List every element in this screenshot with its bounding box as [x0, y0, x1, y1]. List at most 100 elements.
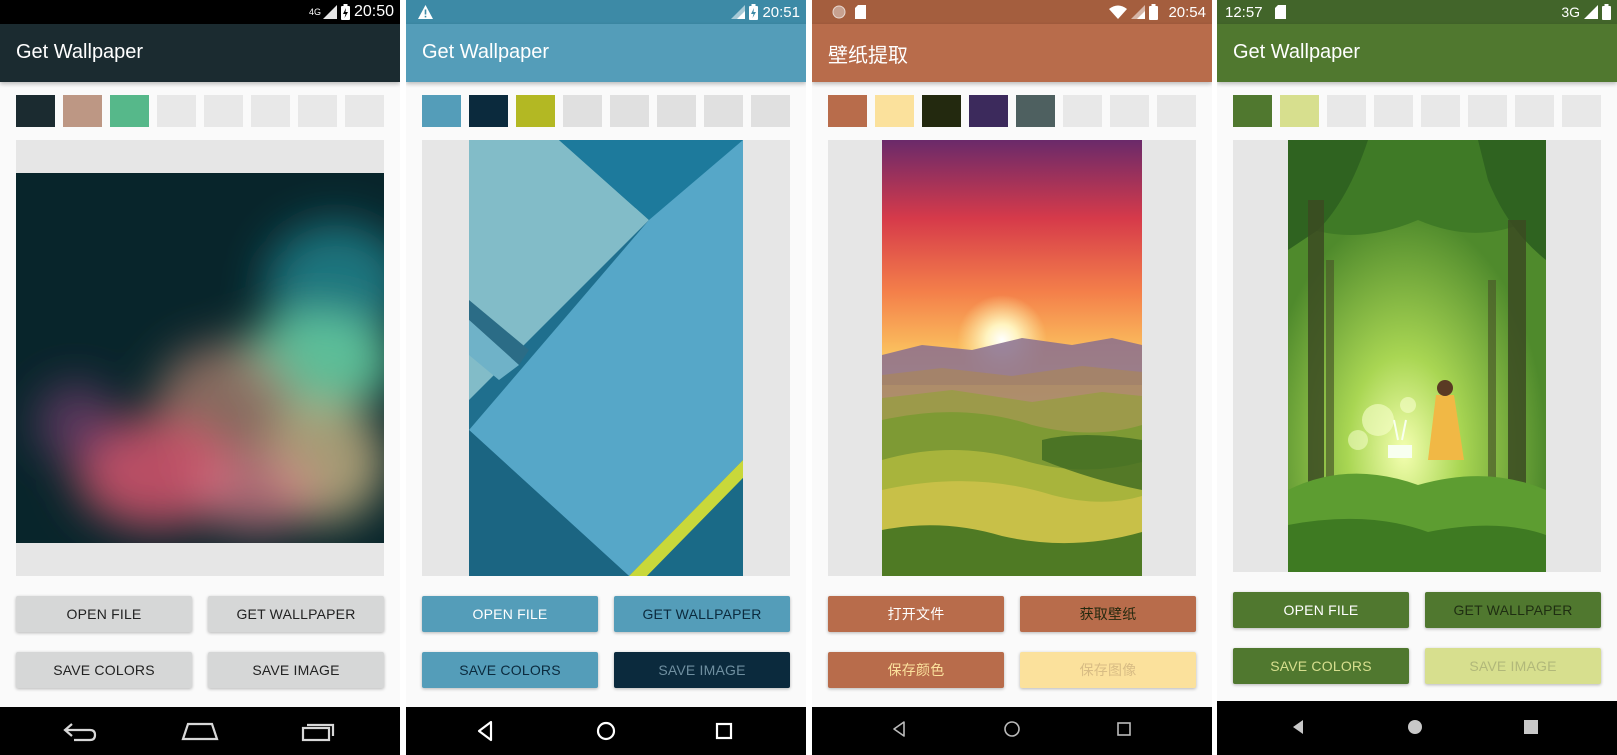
get-wallpaper-button[interactable]: GET WALLPAPER — [208, 596, 384, 632]
palette-swatch — [422, 95, 461, 127]
recent-apps-icon[interactable] — [1114, 719, 1134, 739]
open-file-button[interactable]: OPEN FILE — [1233, 592, 1409, 628]
back-icon[interactable] — [62, 719, 98, 743]
app-bar: Get Wallpaper — [406, 24, 806, 82]
get-wallpaper-button[interactable]: GET WALLPAPER — [614, 596, 790, 632]
battery-charging-icon — [749, 4, 759, 20]
home-icon[interactable] — [1002, 719, 1022, 739]
status-icons: 20:54 — [1109, 3, 1206, 21]
palette-swatch — [469, 95, 508, 127]
save-image-button[interactable]: SAVE IMAGE — [614, 652, 790, 688]
home-icon[interactable] — [1405, 717, 1425, 737]
palette-swatch-empty — [563, 95, 602, 127]
palette-swatch-empty — [1157, 95, 1196, 127]
get-wallpaper-button[interactable]: GET WALLPAPER — [1425, 592, 1601, 628]
palette-swatch — [1016, 95, 1055, 127]
status-bar: 20:54 — [812, 0, 1212, 24]
wallpaper-preview — [422, 140, 790, 576]
app-title: Get Wallpaper — [422, 41, 550, 63]
palette-swatch-empty — [204, 95, 243, 127]
app-bar: Get Wallpaper — [0, 24, 400, 82]
battery-icon — [1149, 4, 1159, 20]
palette-swatch — [969, 95, 1008, 127]
palette-swatch-empty — [1468, 95, 1507, 127]
status-icons: 20:51 — [731, 3, 800, 21]
wifi-icon — [1109, 5, 1128, 19]
palette-swatch-empty — [657, 95, 696, 127]
phone-screen-2: 20:51 Get Wallpaper OPEN FILE GET WALLPA… — [406, 0, 806, 755]
get-wallpaper-button[interactable]: 获取壁纸 — [1020, 596, 1196, 632]
palette-swatch-empty — [1063, 95, 1102, 127]
palette-swatch-empty — [1562, 95, 1601, 127]
wallpaper-preview — [16, 140, 384, 576]
recent-apps-icon[interactable] — [712, 719, 736, 743]
color-palette — [16, 95, 384, 127]
sd-card-icon — [855, 5, 866, 19]
palette-swatch — [922, 95, 961, 127]
navigation-bar — [1217, 701, 1617, 755]
navigation-bar — [0, 707, 400, 755]
palette-swatch-empty — [298, 95, 337, 127]
sd-card-icon — [1275, 5, 1286, 19]
color-palette — [828, 95, 1196, 127]
save-colors-button[interactable]: SAVE COLORS — [1233, 648, 1409, 684]
status-time: 20:51 — [762, 3, 800, 21]
palette-swatch-empty — [1110, 95, 1149, 127]
cell-signal-icon — [731, 5, 746, 19]
palette-swatch — [1233, 95, 1272, 127]
open-file-button[interactable]: OPEN FILE — [16, 596, 192, 632]
battery-charging-icon — [340, 4, 350, 20]
palette-swatch-empty — [345, 95, 384, 127]
palette-swatch-empty — [751, 95, 790, 127]
recent-apps-icon[interactable] — [1521, 717, 1541, 737]
wallpaper-preview — [1233, 140, 1601, 572]
open-file-button[interactable]: OPEN FILE — [422, 596, 598, 632]
save-colors-button[interactable]: SAVE COLORS — [422, 652, 598, 688]
cell-signal-icon — [1584, 5, 1598, 19]
recent-apps-icon[interactable] — [300, 719, 336, 743]
palette-swatch — [63, 95, 102, 127]
status-icons: 4G 20:50 — [309, 3, 394, 21]
save-image-button[interactable]: SAVE IMAGE — [1425, 648, 1601, 684]
save-image-button[interactable]: 保存图像 — [1020, 652, 1196, 688]
back-icon[interactable] — [890, 719, 910, 739]
color-palette — [1233, 95, 1601, 127]
network-type-label: 4G — [308, 7, 321, 17]
phone-screen-4: 12:57 3G Get Wallpaper OPEN FILE GET WAL… — [1217, 0, 1617, 755]
status-bar: 12:57 3G — [1217, 0, 1617, 24]
app-title: 壁纸提取 — [828, 45, 908, 67]
palette-swatch — [516, 95, 555, 127]
save-image-button[interactable]: SAVE IMAGE — [208, 652, 384, 688]
wallpaper-preview — [828, 140, 1196, 576]
palette-swatch-empty — [157, 95, 196, 127]
palette-swatch-empty — [704, 95, 743, 127]
open-file-button[interactable]: 打开文件 — [828, 596, 1004, 632]
palette-swatch — [16, 95, 55, 127]
notification-circle-icon — [832, 5, 846, 19]
palette-swatch — [828, 95, 867, 127]
home-icon[interactable] — [594, 719, 618, 743]
palette-swatch-empty — [1515, 95, 1554, 127]
palette-swatch-empty — [1421, 95, 1460, 127]
save-colors-button[interactable]: SAVE COLORS — [16, 652, 192, 688]
wallpaper-image — [882, 140, 1142, 576]
wallpaper-image — [1288, 140, 1546, 572]
app-title: Get Wallpaper — [16, 41, 144, 63]
palette-swatch — [875, 95, 914, 127]
cell-signal-icon — [1131, 5, 1146, 19]
palette-swatch-empty — [1374, 95, 1413, 127]
network-type-label: 3G — [1561, 4, 1580, 20]
navigation-bar — [812, 707, 1212, 755]
cell-signal-icon — [322, 5, 337, 19]
navigation-bar — [406, 707, 806, 755]
back-icon[interactable] — [474, 719, 498, 743]
status-bar: 20:51 — [406, 0, 806, 24]
palette-swatch — [110, 95, 149, 127]
warning-icon — [418, 5, 433, 19]
back-icon[interactable] — [1289, 717, 1309, 737]
save-colors-button[interactable]: 保存颜色 — [828, 652, 1004, 688]
status-bar: 4G 20:50 — [0, 0, 400, 24]
app-title: Get Wallpaper — [1233, 41, 1361, 63]
home-icon[interactable] — [180, 719, 220, 743]
status-time: 20:54 — [1168, 3, 1206, 21]
